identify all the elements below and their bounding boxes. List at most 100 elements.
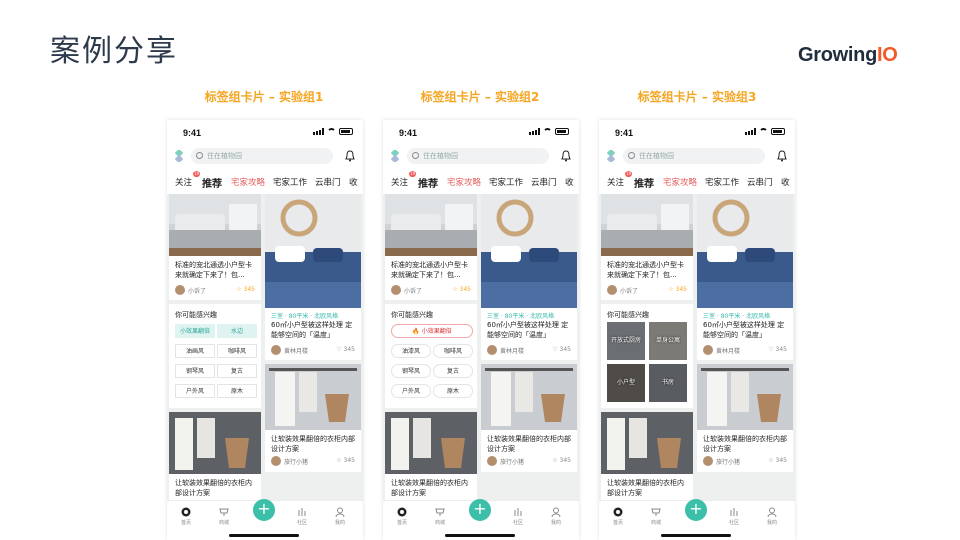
feed-card[interactable]: 三室 · 80平米 · 北欧风格 60㎡小户型被这样处理 定能够空间的「温度」 …: [265, 194, 361, 360]
tag-chip[interactable]: 🔥 小效果翻倍: [391, 324, 473, 338]
nav-me[interactable]: 我的: [541, 507, 571, 526]
avatar: [487, 345, 497, 355]
nav-community[interactable]: 社区: [719, 507, 749, 526]
tag-chip[interactable]: 户外风: [391, 384, 431, 398]
tab-more[interactable]: 收: [781, 176, 790, 188]
tag-chip[interactable]: 咖啡风: [217, 344, 257, 358]
tab-recommend[interactable]: 推荐: [418, 175, 438, 190]
nav-community[interactable]: 社区: [287, 507, 317, 526]
add-post-button[interactable]: +: [253, 499, 275, 521]
like-count[interactable]: ☆ 345: [452, 286, 471, 293]
tag-chip[interactable]: 油画风: [175, 344, 215, 358]
tab-home-work[interactable]: 宅家工作: [489, 176, 523, 188]
feed-card[interactable]: 让软装效果翻倍的衣柜内部设计方案: [169, 412, 261, 500]
cellular-icon: [745, 128, 756, 135]
tab-home-guide[interactable]: 宅家攻略: [663, 176, 697, 188]
shop-icon: [219, 508, 229, 516]
tab-recommend[interactable]: 推荐: [634, 175, 654, 190]
tag-chip[interactable]: 原木: [217, 384, 257, 398]
nav-mall[interactable]: 商城: [641, 507, 671, 526]
card-author: 小诉了: [391, 285, 422, 295]
tab-cloud-visit[interactable]: 云串门: [315, 176, 341, 188]
nav-community[interactable]: 社区: [503, 507, 533, 526]
tab-follow[interactable]: 关注 19: [175, 171, 201, 188]
like-number: 345: [459, 286, 471, 293]
tag-chip[interactable]: 咖啡风: [433, 344, 473, 358]
search-input[interactable]: 住在植物园: [191, 148, 333, 164]
tag-chip[interactable]: 小效果翻倍: [175, 324, 215, 338]
bottom-nav: 首页 商城 + 社区 我的: [599, 499, 795, 540]
tag-chip[interactable]: 油漆风: [391, 344, 431, 358]
tab-home-guide[interactable]: 宅家攻略: [447, 176, 481, 188]
nav-label: 商城: [218, 520, 229, 526]
nav-home[interactable]: 首页: [171, 507, 201, 526]
tab-home-guide[interactable]: 宅家攻略: [231, 176, 265, 188]
like-count[interactable]: ☆ 345: [768, 457, 787, 464]
like-count[interactable]: ♡ 345: [768, 346, 787, 353]
like-count[interactable]: ☆ 345: [336, 457, 355, 464]
like-count[interactable]: ☆ 345: [236, 286, 255, 293]
nav-me[interactable]: 我的: [325, 507, 355, 526]
tag-chip[interactable]: 复古: [217, 364, 257, 378]
like-count[interactable]: ♡ 345: [552, 346, 571, 353]
tab-cloud-visit[interactable]: 云串门: [747, 176, 773, 188]
nav-label: 我的: [766, 520, 777, 526]
bell-icon[interactable]: [345, 150, 355, 162]
feed-card[interactable]: 三室 · 80平米 · 北欧风格 60㎡小户型被这样处理 定能够空间的「温度」 …: [481, 194, 577, 360]
tab-home-work[interactable]: 宅家工作: [705, 176, 739, 188]
nav-home[interactable]: 首页: [603, 507, 633, 526]
like-number: 345: [343, 457, 355, 464]
tag-chip[interactable]: 水边: [217, 324, 257, 338]
feed-card[interactable]: 标准的宠北通透小户型卡来就确定下来了！包... 小诉了 ☆ 345: [385, 194, 477, 300]
topic-tile[interactable]: 单身公寓: [649, 322, 687, 360]
like-count[interactable]: ☆ 345: [552, 457, 571, 464]
recommend-card: 你可能感兴趣 🔥 小效果翻倍 油漆风 咖啡风 钢琴风 复古 户外风 原木: [385, 304, 477, 408]
feed-card[interactable]: 三室 · 80平米 · 北欧风格 60㎡小户型被这样处理 定能够空间的「温度」 …: [697, 194, 793, 360]
search-input[interactable]: 住在植物园: [407, 148, 549, 164]
nav-label: 商城: [434, 520, 445, 526]
status-bar: 9:41: [599, 120, 795, 142]
app-logo-icon[interactable]: [605, 150, 617, 162]
feed-card[interactable]: 让软装效果翻倍的衣柜内部设计方案 旅行小猪 ☆ 345: [697, 364, 793, 472]
card-title: 标准的宠北通透小户型卡来就确定下来了！包...: [607, 261, 684, 279]
tab-follow[interactable]: 关注 19: [607, 171, 633, 188]
search-input[interactable]: 住在植物园: [623, 148, 765, 164]
tag-chip[interactable]: 钢琴风: [391, 364, 431, 378]
feed-card[interactable]: 标准的宠北通透小户型卡来就确定下来了！包... 小诉了 ☆ 345: [169, 194, 261, 300]
topic-tile[interactable]: 开放式厨房: [607, 322, 645, 360]
bell-icon[interactable]: [561, 150, 571, 162]
tag-chip[interactable]: 复古: [433, 364, 473, 378]
card-title: 60㎡小户型被这样处理 定能够空间的「温度」: [487, 321, 569, 339]
tag-chip[interactable]: 户外风: [175, 384, 215, 398]
tag-chip[interactable]: 原木: [433, 384, 473, 398]
wifi-icon: [759, 128, 768, 135]
feed-card[interactable]: 让软装效果翻倍的衣柜内部设计方案 旅行小猪 ☆ 345: [265, 364, 361, 472]
feed-card[interactable]: 让软装效果翻倍的衣柜内部设计方案: [601, 412, 693, 500]
app-logo-icon[interactable]: [389, 150, 401, 162]
author-name: 旅行小猪: [500, 458, 525, 466]
app-logo-icon[interactable]: [173, 150, 185, 162]
feed-card[interactable]: 标准的宠北通透小户型卡来就确定下来了！包... 小诉了 ☆ 345: [601, 194, 693, 300]
nav-mall[interactable]: 商城: [209, 507, 239, 526]
like-count[interactable]: ☆ 345: [668, 286, 687, 293]
like-count[interactable]: ♡ 345: [336, 346, 355, 353]
nav-home[interactable]: 首页: [387, 507, 417, 526]
tab-home-work[interactable]: 宅家工作: [273, 176, 307, 188]
tab-recommend[interactable]: 推荐: [202, 175, 222, 190]
add-post-button[interactable]: +: [469, 499, 491, 521]
add-post-button[interactable]: +: [685, 499, 707, 521]
feed-card[interactable]: 让软装效果翻倍的衣柜内部设计方案: [385, 412, 477, 500]
topic-tile[interactable]: 书房: [649, 364, 687, 402]
tab-follow[interactable]: 关注 19: [391, 171, 417, 188]
topic-tile[interactable]: 小户型: [607, 364, 645, 402]
bell-icon[interactable]: [777, 150, 787, 162]
nav-mall[interactable]: 商城: [425, 507, 455, 526]
feed-card[interactable]: 让软装效果翻倍的衣柜内部设计方案 旅行小猪 ☆ 345: [481, 364, 577, 472]
card-author: 旅行小猪: [487, 456, 524, 466]
tab-cloud-visit[interactable]: 云串门: [531, 176, 557, 188]
tab-more[interactable]: 收: [349, 176, 358, 188]
tag-chip[interactable]: 钢琴风: [175, 364, 215, 378]
avatar: [703, 456, 713, 466]
nav-me[interactable]: 我的: [757, 507, 787, 526]
tab-more[interactable]: 收: [565, 176, 574, 188]
